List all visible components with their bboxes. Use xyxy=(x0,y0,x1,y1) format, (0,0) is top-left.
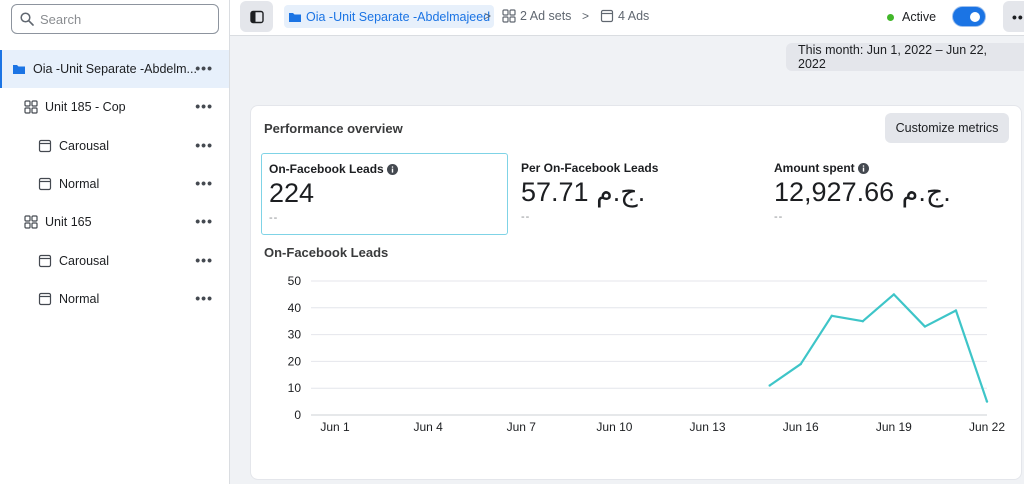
date-range-picker[interactable]: This month: Jun 1, 2022 – Jun 22, 2022 ▼ xyxy=(786,43,1024,71)
info-icon[interactable] xyxy=(857,162,869,174)
metric-compare: -- xyxy=(521,211,531,223)
sidebar-item-adset[interactable]: Unit 165 ••• xyxy=(0,203,229,241)
top-bar: Oia -Unit Separate -Abdelmajeed > 2 Ad s… xyxy=(230,0,1024,36)
metric-card-leads[interactable]: On-Facebook Leads 224 -- xyxy=(261,153,508,235)
active-toggle[interactable] xyxy=(952,6,986,27)
metric-label: On-Facebook Leads xyxy=(269,162,384,176)
metric-label-row: Amount spent xyxy=(774,161,869,175)
more-options-button[interactable]: ••• xyxy=(1003,1,1024,32)
metric-label: Per On-Facebook Leads xyxy=(521,161,659,175)
breadcrumb-ads-label: 4 Ads xyxy=(618,9,650,23)
metric-compare: -- xyxy=(269,212,279,224)
y-tick-label: 40 xyxy=(288,301,302,315)
chevron-right-icon: > xyxy=(582,9,590,23)
metric-label-row: Per On-Facebook Leads xyxy=(521,161,658,175)
ad-icon xyxy=(600,9,614,23)
breadcrumb-campaign-label: Oia -Unit Separate -Abdelmajeed xyxy=(306,9,491,24)
toggle-sidebar-button[interactable] xyxy=(240,1,273,32)
data-point xyxy=(892,293,896,296)
sidebar-item-label: Carousal xyxy=(59,254,110,268)
more-options-icon[interactable]: ••• xyxy=(195,253,213,267)
data-point xyxy=(923,325,927,328)
sidebar-item-label: Unit 185 - Cop xyxy=(45,100,126,114)
ad-icon xyxy=(38,139,52,153)
more-options-icon[interactable]: ••• xyxy=(195,176,213,190)
x-tick-label: Jun 22 xyxy=(969,420,1005,434)
adset-grid-icon xyxy=(24,100,38,114)
data-point xyxy=(861,320,865,323)
y-tick-label: 0 xyxy=(294,408,301,422)
x-tick-label: Jun 1 xyxy=(320,420,350,434)
card-title: Performance overview xyxy=(264,121,403,136)
leads-line-chart: 0 10 20 30 40 50 Jun 1 Jun 4 Jun 7 Jun 10 Jun 13 Ju… xyxy=(288,274,1006,434)
y-tick-label: 30 xyxy=(288,328,302,342)
data-point xyxy=(985,400,989,403)
ad-icon xyxy=(38,254,52,268)
data-point xyxy=(830,314,833,318)
sidebar-item-ad[interactable]: Carousal ••• xyxy=(0,127,229,165)
series-line xyxy=(769,293,989,402)
customize-metrics-button[interactable]: Customize metrics xyxy=(885,113,1009,143)
y-tick-label: 50 xyxy=(288,274,302,288)
sidebar-item-ad[interactable]: Normal ••• xyxy=(0,165,229,203)
search-input[interactable] xyxy=(40,11,200,27)
sidebar-item-label: Normal xyxy=(59,292,100,306)
x-tick-label: Jun 10 xyxy=(596,420,632,434)
performance-overview-card: Performance overview Customize metrics O… xyxy=(250,105,1022,480)
x-tick-label: Jun 4 xyxy=(413,420,443,434)
breadcrumb-ads[interactable]: 4 Ads xyxy=(600,9,649,23)
more-options-icon[interactable]: ••• xyxy=(195,61,213,75)
sidebar-item-label: Carousal xyxy=(59,139,110,153)
data-point xyxy=(768,384,771,387)
more-options-icon[interactable]: ••• xyxy=(195,99,213,113)
more-options-icon[interactable]: ••• xyxy=(195,291,213,305)
breadcrumb-adsets[interactable]: 2 Ad sets xyxy=(502,9,571,23)
info-icon[interactable] xyxy=(386,163,398,175)
sidebar-panel-icon xyxy=(249,10,264,23)
sidebar-item-label: Normal xyxy=(59,177,100,191)
metric-card-cost-per-lead[interactable]: Per On-Facebook Leads 57.71 ج.م. -- xyxy=(514,153,761,235)
x-tick-label: Jun 19 xyxy=(876,420,912,434)
metric-label-row: On-Facebook Leads xyxy=(269,162,398,176)
chevron-right-icon: > xyxy=(484,9,492,23)
adset-grid-icon xyxy=(502,9,516,23)
y-tick-label: 20 xyxy=(288,354,302,368)
metric-label: Amount spent xyxy=(774,161,855,175)
sidebar-item-label: Oia -Unit Separate -Abdelm... xyxy=(33,62,197,76)
x-tick-label: Jun 7 xyxy=(507,420,537,434)
sidebar-item-campaign[interactable]: Oia -Unit Separate -Abdelm... ••• xyxy=(0,50,229,88)
more-options-icon[interactable]: ••• xyxy=(195,214,213,228)
folder-icon xyxy=(12,62,26,76)
metric-card-amount-spent[interactable]: Amount spent 12,927.66 ج.م. -- xyxy=(767,153,1014,235)
ad-icon xyxy=(38,292,52,306)
status-label: Active xyxy=(902,10,937,24)
search-icon xyxy=(20,12,34,26)
status-dot-icon xyxy=(887,13,894,21)
ad-icon xyxy=(38,177,52,191)
sidebar-item-label: Unit 165 xyxy=(45,215,92,229)
metric-value: 224 xyxy=(269,178,315,208)
sidebar: Oia -Unit Separate -Abdelm... ••• Unit 1… xyxy=(0,0,230,484)
sidebar-item-ad[interactable]: Normal ••• xyxy=(0,280,229,318)
data-point xyxy=(799,362,802,366)
metric-value: 12,927.66 ج.م. xyxy=(774,177,951,207)
folder-icon xyxy=(288,10,302,24)
metric-value: 57.71 ج.م. xyxy=(521,177,646,207)
x-tick-label: Jun 16 xyxy=(783,420,819,434)
chart-title: On-Facebook Leads xyxy=(264,245,389,260)
toggle-knob xyxy=(967,9,983,25)
breadcrumb-campaign[interactable]: Oia -Unit Separate -Abdelmajeed xyxy=(284,5,495,28)
breadcrumb-adsets-label: 2 Ad sets xyxy=(520,9,572,23)
y-tick-label: 10 xyxy=(288,381,302,395)
more-options-icon[interactable]: ••• xyxy=(195,138,213,152)
search-box[interactable] xyxy=(11,4,219,34)
adset-grid-icon xyxy=(24,215,38,229)
data-point xyxy=(954,309,958,312)
x-tick-label: Jun 13 xyxy=(690,420,726,434)
metric-compare: -- xyxy=(774,211,784,223)
date-range-label: This month: Jun 1, 2022 – Jun 22, 2022 xyxy=(798,43,988,71)
sidebar-item-adset[interactable]: Unit 185 - Cop ••• xyxy=(0,88,229,126)
sidebar-item-ad[interactable]: Carousal ••• xyxy=(0,242,229,280)
status-indicator: Active xyxy=(887,10,936,24)
